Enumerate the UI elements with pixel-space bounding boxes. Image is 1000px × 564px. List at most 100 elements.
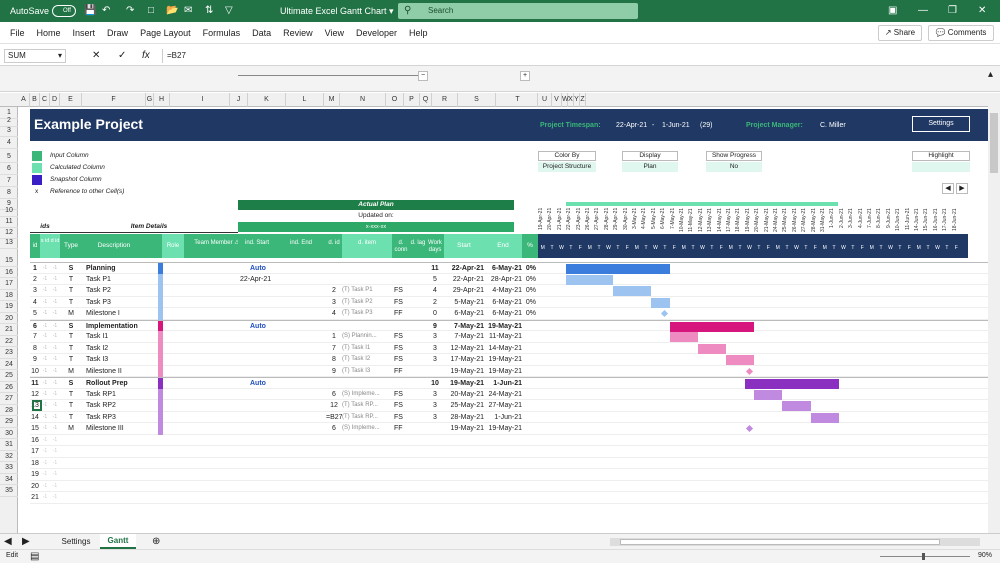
cell-s-id[interactable]: -1 <box>40 308 50 320</box>
cell-d-id[interactable]: 6 <box>326 423 342 435</box>
table-row[interactable]: 9 T Task I3 8 (T) Task I2 FS 3 17-May-21 19-May-… <box>30 354 988 366</box>
column-header-K[interactable]: K <box>248 93 286 107</box>
cell-type[interactable]: T <box>60 297 82 309</box>
cell-d-item[interactable]: (T) Task I1 <box>342 343 392 355</box>
row-header[interactable]: 8 <box>0 187 18 199</box>
cell-work-days[interactable]: 3 <box>426 343 444 355</box>
column-header-C[interactable]: C <box>40 93 50 107</box>
cell-type[interactable]: T <box>60 274 82 286</box>
menu-draw[interactable]: Draw <box>101 22 134 44</box>
display-control[interactable]: Display Plan <box>622 151 678 173</box>
close-icon[interactable]: ✕ <box>978 4 986 18</box>
cell-d-id[interactable]: 7 <box>326 343 342 355</box>
cell-type[interactable]: T <box>60 343 82 355</box>
cell-d-conn[interactable]: FS <box>394 297 410 309</box>
cell-s-id[interactable]: -1 <box>40 481 50 493</box>
row-header[interactable]: 18 <box>0 290 18 301</box>
row-header[interactable]: 34 <box>0 474 18 485</box>
cell-ind-start[interactable]: 22-Apr-21 <box>240 274 280 286</box>
cell-d-id[interactable]: -1 <box>50 435 60 447</box>
cell-d-id[interactable]: -1 <box>50 366 60 378</box>
cell-description[interactable]: Task P3 <box>86 297 146 309</box>
cell-s-id[interactable]: -1 <box>40 343 50 355</box>
cell-s-id[interactable]: -1 <box>40 412 50 424</box>
gantt-bar[interactable] <box>613 286 651 296</box>
cell-d-id[interactable]: =B27 <box>326 412 342 424</box>
cell-pct[interactable]: 0% <box>520 274 536 286</box>
column-header-H[interactable]: H <box>154 93 170 107</box>
cell-start[interactable]: 7-May-21 <box>444 331 484 343</box>
cancel-formula-icon[interactable]: ✕ <box>92 49 100 63</box>
cell-description[interactable]: Milestone II <box>86 366 146 378</box>
gantt-bar[interactable] <box>669 321 755 332</box>
column-header-L[interactable]: L <box>286 93 324 107</box>
table-row[interactable]: 15 M Milestone III 6 (S) Impleme... FF 19-May-… <box>30 423 988 435</box>
cell-d-item[interactable]: (S) Impleme... <box>342 423 392 435</box>
color-by-value[interactable]: Project Structure <box>538 162 596 172</box>
cell-d-conn[interactable]: FS <box>394 354 410 366</box>
cell-id[interactable]: 16 <box>30 435 40 447</box>
cell-d-id[interactable]: -1 <box>50 400 60 412</box>
cell-id[interactable]: 9 <box>30 354 40 366</box>
menu-insert[interactable]: Insert <box>67 22 102 44</box>
row-header[interactable]: 30 <box>0 428 18 439</box>
row-header[interactable]: 31 <box>0 439 18 451</box>
cell-d-item[interactable]: (S) Plannin... <box>342 331 392 343</box>
cell-pct[interactable]: 0% <box>520 308 536 320</box>
cell-d-item[interactable]: (S) Impleme... <box>342 389 392 401</box>
cell-s-id[interactable]: -1 <box>40 389 50 401</box>
cell-d-id[interactable]: -1 <box>50 297 60 309</box>
table-row[interactable]: 21 -1 -1 <box>30 492 988 504</box>
cell-type[interactable]: T <box>60 389 82 401</box>
cell-d-conn[interactable]: FS <box>394 343 410 355</box>
cell-s-id[interactable]: -1 <box>40 354 50 366</box>
column-header-V[interactable]: V <box>552 93 562 107</box>
row-header[interactable]: 17 <box>0 278 18 290</box>
email-icon[interactable]: ✉ <box>184 4 192 18</box>
horizontal-scroll-thumb[interactable] <box>620 539 940 545</box>
cell-type[interactable]: T <box>60 412 82 424</box>
cell-end[interactable]: 14-May-21 <box>484 343 522 355</box>
gantt-bar[interactable] <box>566 274 614 285</box>
name-box[interactable]: SUM ▾ <box>4 49 66 63</box>
cell-work-days[interactable]: 2 <box>426 297 444 309</box>
table-row[interactable]: 6 S Implementation Auto 9 7-May-21 19-May-21 -1… <box>30 319 988 332</box>
column-header-J[interactable]: J <box>230 93 248 107</box>
cell-d-conn[interactable]: FS <box>394 400 410 412</box>
table-row[interactable]: 2 T Task P1 22-Apr-21 5 22-Apr-21 28-Apr-21 0% -… <box>30 273 988 286</box>
row-header[interactable]: 35 <box>0 485 18 497</box>
cell-d-id[interactable]: -1 <box>50 423 60 435</box>
menu-formulas[interactable]: Formulas <box>197 22 247 44</box>
row-header[interactable]: 28 <box>0 405 18 416</box>
save-icon[interactable]: 💾 <box>84 4 96 18</box>
gantt-bar[interactable] <box>782 401 811 411</box>
cell-d-item[interactable]: (T) Task RP... <box>342 400 392 412</box>
add-sheet-icon[interactable]: ⊕ <box>152 535 160 549</box>
column-header-D[interactable]: D <box>50 93 60 107</box>
active-cell[interactable] <box>32 400 42 411</box>
cell-d-id[interactable]: -1 <box>50 412 60 424</box>
collapse-group-button[interactable]: − <box>418 71 428 81</box>
cell-id[interactable]: 17 <box>30 446 40 458</box>
menu-review[interactable]: Review <box>277 22 319 44</box>
cell-d-id[interactable]: -1 <box>50 389 60 401</box>
gantt-milestone[interactable] <box>745 424 753 433</box>
table-row[interactable]: 17 -1 -1 <box>30 446 988 458</box>
cell-id[interactable]: 21 <box>30 492 40 504</box>
table-row[interactable]: 12 T Task RP1 6 (S) Impleme... FS 3 20-May-21 24… <box>30 388 988 401</box>
cell-work-days[interactable]: 3 <box>426 354 444 366</box>
row-header[interactable]: 27 <box>0 393 18 405</box>
menu-home[interactable]: Home <box>31 22 67 44</box>
column-header-F[interactable]: F <box>82 93 146 107</box>
cell-work-days[interactable]: 3 <box>426 412 444 424</box>
cell-pct[interactable]: 0% <box>520 285 536 297</box>
column-header-O[interactable]: O <box>386 93 404 107</box>
table-row[interactable]: 3 T Task P2 2 (T) Task P1 FS 4 29-Apr-21 4-May-2… <box>30 285 988 297</box>
cell-description[interactable]: Milestone III <box>86 423 146 435</box>
restore-icon[interactable]: ❐ <box>948 4 957 18</box>
tab-gantt[interactable]: Gantt <box>100 534 136 549</box>
cell-d-item[interactable]: (T) Task I2 <box>342 354 392 366</box>
column-header-G[interactable]: G <box>146 93 154 107</box>
new-file-icon[interactable]: □ <box>148 4 154 18</box>
cell-description[interactable]: Task I1 <box>86 331 146 343</box>
